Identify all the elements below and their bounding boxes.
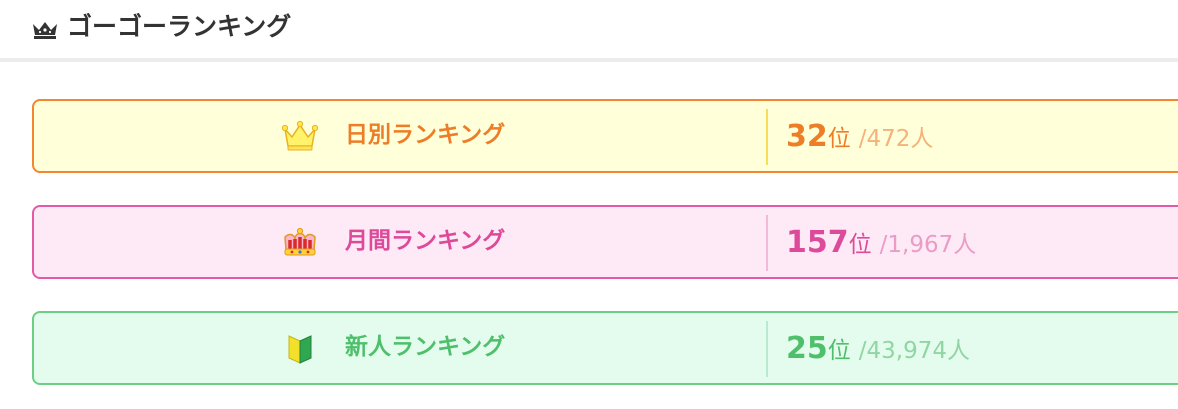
monthly-ranking-result: 157位/1,967人 (786, 221, 976, 265)
daily-ranking-title-area: 日別ランキング (34, 101, 766, 171)
daily-rank-unit: 位 (827, 126, 851, 152)
daily-ranking-result: 32位/472人 (786, 115, 933, 159)
new-rank-total: /43,974人 (858, 338, 970, 364)
monthly-rank-total: /1,967人 (879, 232, 977, 258)
section-title: ゴーゴーランキング (67, 12, 292, 41)
new-ranking-card[interactable]: 新人ランキング 25位/43,974人 (32, 311, 1178, 385)
new-rank-unit: 位 (827, 338, 851, 364)
new-ranking-result: 25位/43,974人 (786, 327, 970, 371)
daily-rank-total: /472人 (858, 126, 934, 152)
divider (766, 109, 768, 165)
daily-rank-number: 32 (786, 119, 828, 154)
new-ranking-label: 新人ランキング (345, 334, 506, 360)
beginner-mark-icon (281, 331, 319, 365)
monthly-ranking-title-area: 月間ランキング (34, 207, 766, 277)
daily-ranking-label: 日別ランキング (345, 122, 506, 148)
monthly-rank-number: 157 (786, 225, 849, 260)
new-rank-number: 25 (786, 331, 828, 366)
crown-icon (31, 20, 59, 40)
divider (766, 215, 768, 271)
divider (766, 321, 768, 377)
monthly-rank-unit: 位 (848, 232, 872, 258)
new-ranking-title-area: 新人ランキング (34, 313, 766, 383)
daily-ranking-card[interactable]: 日別ランキング 32位/472人 (32, 99, 1178, 173)
section-header: ゴーゴーランキング (0, 0, 1178, 62)
monthly-ranking-label: 月間ランキング (345, 228, 506, 254)
jeweled-crown-icon (281, 225, 319, 259)
monthly-ranking-card[interactable]: 月間ランキング 157位/1,967人 (32, 205, 1178, 279)
gold-crown-icon (281, 119, 319, 153)
